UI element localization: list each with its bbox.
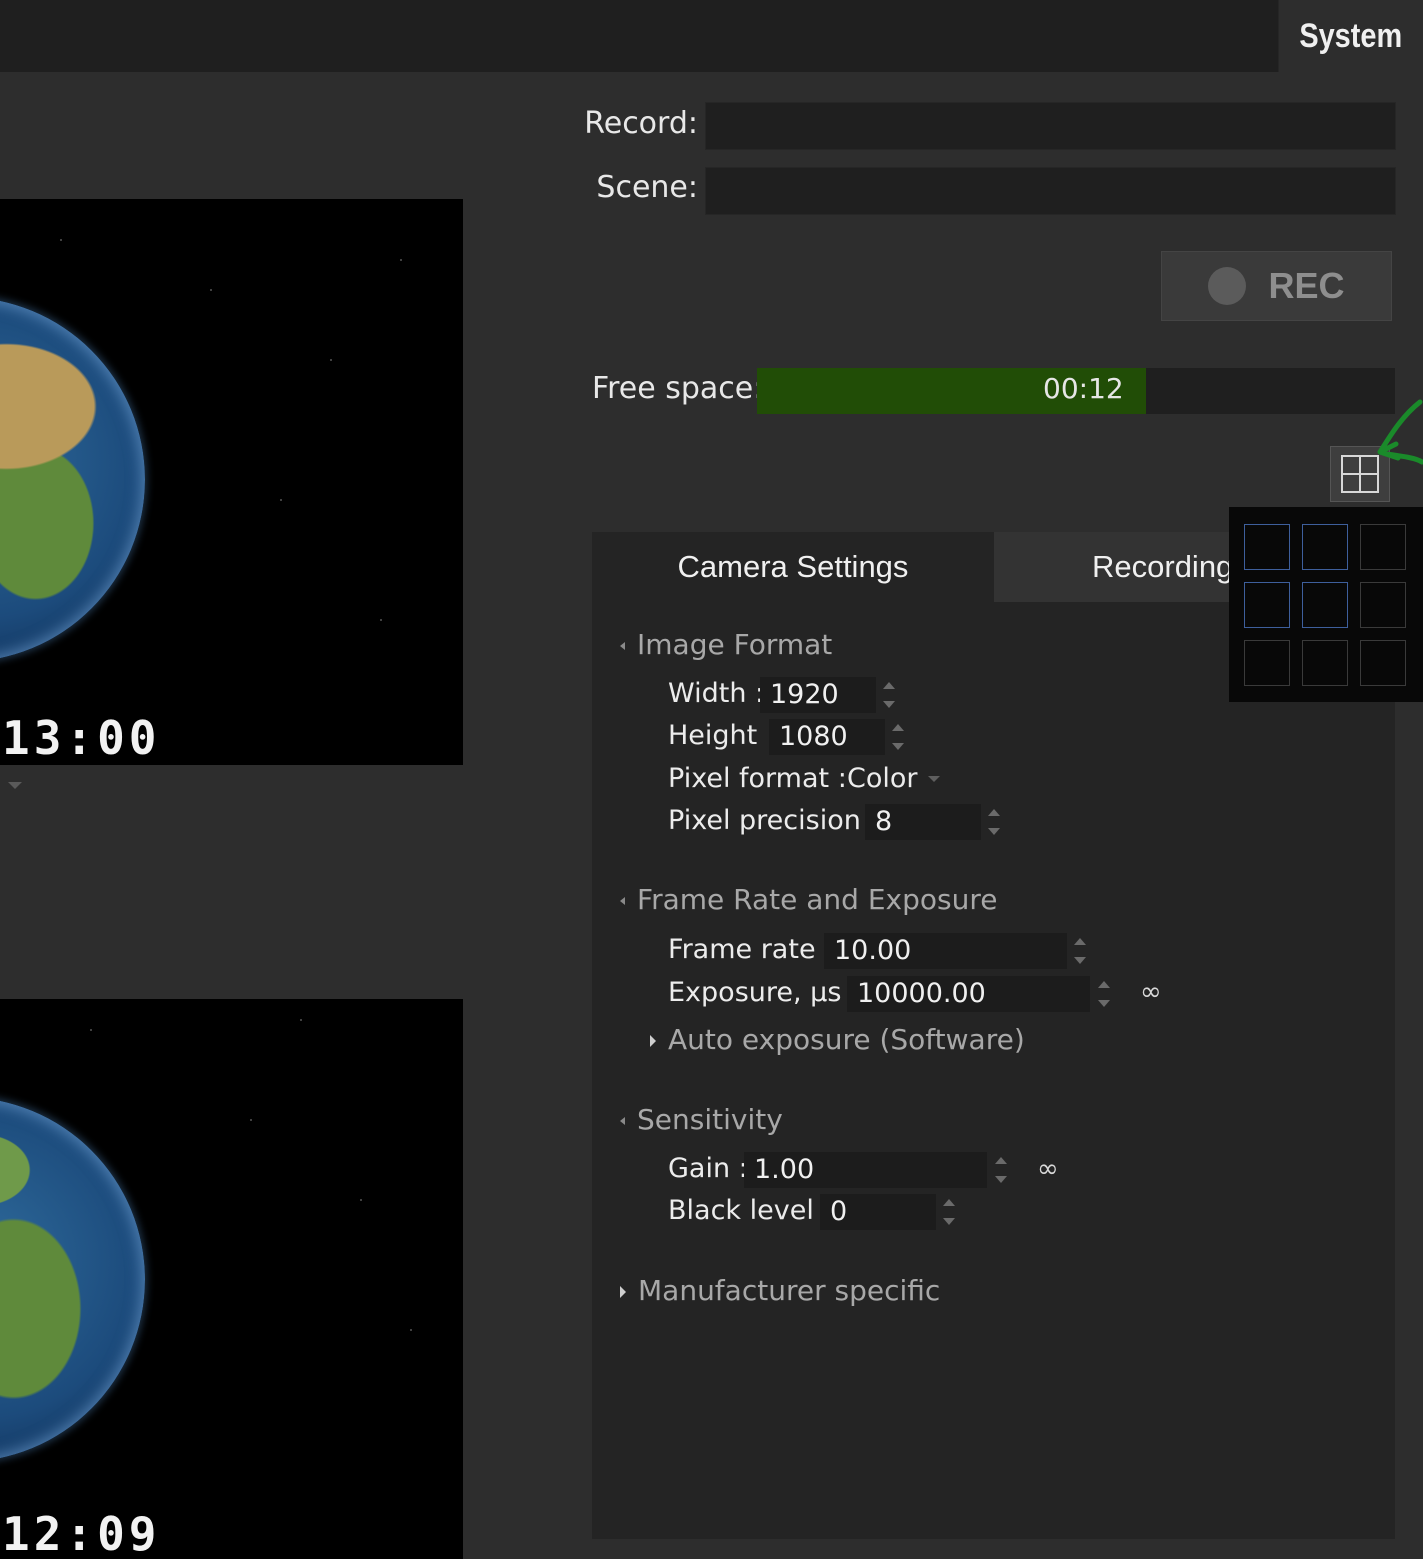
timecode-display: 12:09 [2, 1507, 160, 1559]
layout-cell[interactable] [1302, 640, 1348, 686]
height-input[interactable]: 1080 [769, 719, 885, 755]
expand-caret-icon [650, 1035, 656, 1047]
pixel-precision-input[interactable]: 8 [865, 804, 981, 840]
layout-grid-popup [1229, 507, 1423, 702]
expand-caret-icon [620, 1286, 626, 1298]
section-frame-rate[interactable]: Frame Rate and Exposure [620, 883, 997, 916]
collapse-caret-icon [620, 1117, 625, 1125]
section-manufacturer-specific[interactable]: Manufacturer specific [620, 1274, 940, 1307]
frame-rate-input[interactable]: 10.00 [824, 933, 1067, 969]
layout-cell[interactable] [1302, 524, 1348, 570]
black-level-label: Black level : [668, 1195, 832, 1226]
width-input[interactable]: 1920 [760, 677, 876, 713]
layout-cell[interactable] [1244, 582, 1290, 628]
tab-system[interactable]: System [1279, 0, 1423, 72]
pixel-precision-spinner-icon[interactable] [987, 807, 1001, 837]
link-icon[interactable]: ∞ [1140, 977, 1162, 1007]
camera-preview-1[interactable]: 13:00 [0, 199, 463, 765]
section-title: Manufacturer specific [638, 1274, 940, 1307]
rec-button[interactable]: REC [1161, 251, 1392, 321]
pixel-format-caret-icon[interactable] [928, 776, 940, 782]
height-label: Height : [668, 720, 775, 751]
tab-camera-settings[interactable]: Camera Settings [592, 532, 994, 602]
height-spinner-icon[interactable] [891, 722, 905, 752]
exposure-label: Exposure, µs : [668, 977, 859, 1008]
record-dot-icon [1208, 267, 1246, 305]
gain-spinner-icon[interactable] [994, 1155, 1008, 1185]
gain-input[interactable]: 1.00 [744, 1152, 987, 1188]
annotation-arrow-icon [1372, 396, 1423, 476]
layout-cell[interactable] [1244, 524, 1290, 570]
gain-label: Gain : [668, 1153, 748, 1184]
layout-cell[interactable] [1360, 640, 1406, 686]
layout-cell[interactable] [1302, 582, 1348, 628]
layout-cell[interactable] [1244, 640, 1290, 686]
collapse-caret-icon [620, 642, 625, 650]
scene-label: Scene: [560, 170, 698, 205]
earth-image [0, 297, 145, 662]
record-label: Record: [560, 106, 698, 141]
camera-preview-2[interactable]: 12:09 [0, 999, 463, 1559]
record-input[interactable] [705, 102, 1396, 150]
auto-exposure-label: Auto exposure (Software) [668, 1023, 1025, 1056]
preview-dropdown-caret-icon[interactable] [8, 782, 22, 789]
width-spinner-icon[interactable] [882, 680, 896, 710]
frame-rate-spinner-icon[interactable] [1073, 936, 1087, 966]
free-space-value: 00:12 [1043, 372, 1124, 405]
top-bar [0, 0, 1423, 72]
rec-label: REC [1268, 265, 1344, 307]
scene-input[interactable] [705, 167, 1396, 215]
free-space-label: Free space: [592, 371, 763, 406]
black-level-input[interactable]: 0 [820, 1194, 936, 1230]
link-icon[interactable]: ∞ [1037, 1154, 1059, 1184]
pixel-precision-label: Pixel precision : [668, 805, 879, 836]
collapse-caret-icon [620, 897, 625, 905]
frame-rate-label: Frame rate : [668, 934, 833, 965]
exposure-spinner-icon[interactable] [1097, 979, 1111, 1009]
section-title: Frame Rate and Exposure [637, 883, 997, 916]
exposure-input[interactable]: 10000.00 [847, 976, 1090, 1012]
earth-image [0, 1097, 145, 1462]
section-image-format[interactable]: Image Format [620, 628, 832, 661]
layout-cell[interactable] [1360, 524, 1406, 570]
width-label: Width : [668, 678, 764, 709]
section-title: Image Format [637, 628, 832, 661]
layout-cell[interactable] [1360, 582, 1406, 628]
timecode-display: 13:00 [2, 711, 160, 765]
pixel-format-label: Pixel format : [668, 763, 847, 794]
pixel-format-select[interactable]: Color [847, 763, 918, 794]
black-level-spinner-icon[interactable] [942, 1197, 956, 1227]
section-sensitivity[interactable]: Sensitivity [620, 1103, 783, 1136]
section-title: Sensitivity [637, 1103, 783, 1136]
auto-exposure-toggle[interactable]: Auto exposure (Software) [650, 1023, 1025, 1056]
